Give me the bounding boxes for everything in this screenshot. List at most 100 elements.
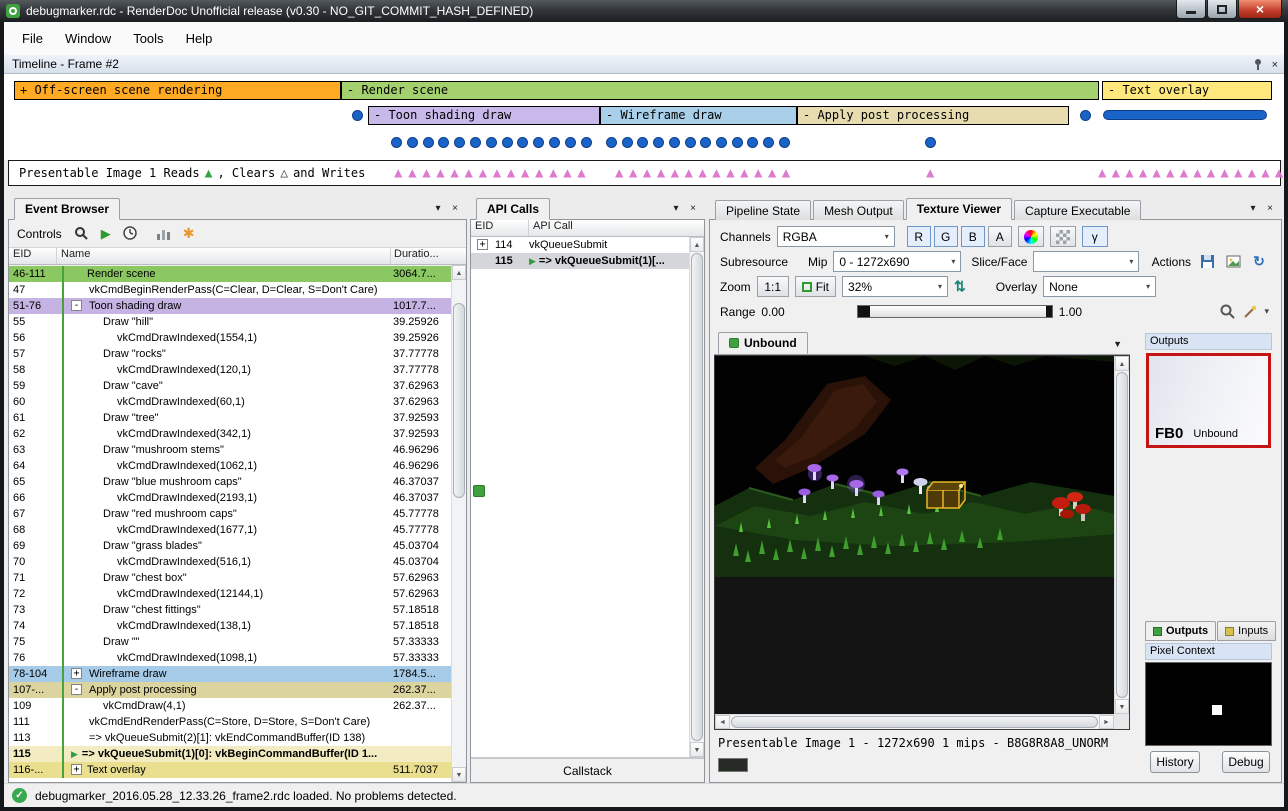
event-row[interactable]: 56vkCmdDrawIndexed(1554,1)39.25926	[9, 330, 451, 346]
timeline-event-strip[interactable]	[1103, 110, 1267, 120]
event-row[interactable]: 70vkCmdDrawIndexed(516,1)45.03704	[9, 554, 451, 570]
timeline-event-dot[interactable]	[925, 137, 936, 148]
event-row[interactable]: 109vkCmdDraw(4,1)262.37...	[9, 698, 451, 714]
checkerboard-button[interactable]	[1050, 226, 1076, 247]
timeline-event-dot[interactable]	[352, 110, 363, 121]
event-row[interactable]: 64vkCmdDrawIndexed(1062,1)46.96296	[9, 458, 451, 474]
tab-texture-unbound[interactable]: Unbound	[718, 332, 808, 354]
event-row[interactable]: 113=> vkQueueSubmit(2)[1]: vkEndCommandB…	[9, 730, 451, 746]
channel-a-button[interactable]: A	[988, 226, 1012, 247]
timeline-event-dot[interactable]	[716, 137, 727, 148]
docked-panel-icon[interactable]	[473, 485, 485, 497]
maximize-button[interactable]	[1207, 0, 1237, 19]
timeline-event-dot[interactable]	[732, 137, 743, 148]
scrollbar-thumb[interactable]	[691, 253, 703, 741]
range-handle-white[interactable]	[1046, 306, 1052, 317]
tab-list-chevron-icon[interactable]: ▼	[1113, 339, 1122, 349]
column-api-call[interactable]: API Call	[529, 220, 704, 236]
close-icon[interactable]: ×	[1263, 203, 1277, 214]
scroll-down-icon[interactable]: ▼	[1115, 699, 1129, 714]
mip-select[interactable]: 0 - 1272x690 ▾	[833, 251, 961, 272]
expand-icon[interactable]: +	[71, 764, 82, 775]
output-thumbnail-fb0[interactable]: FB0 Unbound	[1146, 353, 1271, 448]
timeline-event-dot[interactable]	[423, 137, 434, 148]
chevron-down-icon[interactable]: ▾	[431, 203, 445, 214]
scrollbar-thumb[interactable]	[731, 716, 1098, 728]
tab-event-browser[interactable]: Event Browser	[14, 198, 120, 220]
timeline-event-dot[interactable]	[779, 137, 790, 148]
column-name[interactable]: Name	[57, 248, 391, 264]
event-row[interactable]: 76vkCmdDrawIndexed(1098,1)57.33333	[9, 650, 451, 666]
timeline-event-dot[interactable]	[470, 137, 481, 148]
channels-select[interactable]: RGBA ▾	[777, 226, 895, 247]
timeline-event-dot[interactable]	[700, 137, 711, 148]
collapse-icon[interactable]: -	[71, 684, 82, 695]
timeline-event-dot[interactable]	[606, 137, 617, 148]
event-row[interactable]: 69Draw "grass blades"45.03704	[9, 538, 451, 554]
scroll-right-icon[interactable]: ►	[1099, 715, 1114, 729]
event-row[interactable]: 72vkCmdDrawIndexed(12144,1)57.62963	[9, 586, 451, 602]
timeline-event-dot[interactable]	[565, 137, 576, 148]
timeline-event-dot[interactable]	[549, 137, 560, 148]
timeline-marker-bar[interactable]: - Toon shading draw	[368, 106, 600, 125]
menu-item-window[interactable]: Window	[55, 26, 121, 51]
save-texture-button[interactable]	[1197, 252, 1217, 272]
close-icon[interactable]: ×	[1272, 59, 1278, 71]
event-row[interactable]: 59Draw "cave"37.62963	[9, 378, 451, 394]
channel-g-button[interactable]: G	[934, 226, 958, 247]
tab-api-calls[interactable]: API Calls	[476, 198, 550, 220]
tab-inputs[interactable]: Inputs	[1217, 621, 1276, 641]
event-row[interactable]: 58vkCmdDrawIndexed(120,1)37.77778	[9, 362, 451, 378]
scroll-up-icon[interactable]: ▲	[452, 265, 466, 280]
event-row[interactable]: 60vkCmdDrawIndexed(60,1)37.62963	[9, 394, 451, 410]
event-browser-scrollbar[interactable]: ▲ ▼	[451, 265, 466, 782]
event-row[interactable]: 67Draw "red mushroom caps"45.77778	[9, 506, 451, 522]
timeline-marker-bar[interactable]: + Off-screen scene rendering	[14, 81, 341, 100]
flip-y-icon[interactable]: ⇅	[954, 278, 966, 295]
event-row[interactable]: 62vkCmdDrawIndexed(342,1)37.92593	[9, 426, 451, 442]
timeline-marker-bar[interactable]: - Render scene	[341, 81, 1099, 100]
texture-vertical-scrollbar[interactable]: ▲ ▼	[1114, 356, 1129, 714]
event-row[interactable]: 65Draw "blue mushroom caps"46.37037	[9, 474, 451, 490]
event-row[interactable]: 74vkCmdDrawIndexed(138,1)57.18518	[9, 618, 451, 634]
timeline-event-dot[interactable]	[454, 137, 465, 148]
range-slider[interactable]	[857, 305, 1053, 318]
timeline-event-dot[interactable]	[669, 137, 680, 148]
scrollbar-thumb[interactable]	[1116, 372, 1128, 698]
event-row[interactable]: 78-104+Wireframe draw1784.5...	[9, 666, 451, 682]
tab-outputs[interactable]: Outputs	[1145, 621, 1216, 641]
timeline-event-dot[interactable]	[438, 137, 449, 148]
timeline-marker-bar[interactable]: - Text overlay	[1102, 81, 1272, 100]
chevron-down-icon[interactable]: ▾	[669, 203, 683, 214]
scroll-up-icon[interactable]: ▲	[1115, 356, 1129, 371]
event-row[interactable]: 68vkCmdDrawIndexed(1677,1)45.77778	[9, 522, 451, 538]
api-call-row[interactable]: +114vkQueueSubmit	[471, 237, 689, 253]
timeline-event-dot[interactable]	[517, 137, 528, 148]
minimize-button[interactable]	[1176, 0, 1206, 19]
pin-icon[interactable]	[1252, 58, 1264, 71]
range-options-icon[interactable]: ▾	[1264, 306, 1269, 317]
bookmark-icon[interactable]: ✱	[183, 225, 195, 242]
timeline-event-dot[interactable]	[622, 137, 633, 148]
event-row[interactable]: 71Draw "chest box"57.62963	[9, 570, 451, 586]
menu-item-help[interactable]: Help	[176, 26, 223, 51]
callstack-bar[interactable]: Callstack	[471, 757, 704, 782]
event-row[interactable]: 63Draw "mushroom stems"46.96296	[9, 442, 451, 458]
goto-event-icon[interactable]: ▶	[101, 226, 111, 242]
tab-texture-viewer[interactable]: Texture Viewer	[906, 198, 1012, 220]
timeline-event-dot[interactable]	[581, 137, 592, 148]
find-event-icon[interactable]	[74, 226, 89, 241]
channel-r-button[interactable]: R	[907, 226, 931, 247]
event-row[interactable]: 111vkCmdEndRenderPass(C=Store, D=Store, …	[9, 714, 451, 730]
expand-icon[interactable]: +	[477, 239, 488, 250]
timeline-event-dot[interactable]	[747, 137, 758, 148]
colorwheel-button[interactable]	[1018, 226, 1044, 247]
timeline-event-dot[interactable]	[1080, 110, 1091, 121]
channel-b-button[interactable]: B	[961, 226, 985, 247]
api-call-row[interactable]: 115▶=> vkQueueSubmit(1)[...	[471, 253, 689, 269]
pixel-context-view[interactable]	[1145, 662, 1272, 746]
event-row[interactable]: 51-76-Toon shading draw1017.7...	[9, 298, 451, 314]
timeline-event-dot[interactable]	[533, 137, 544, 148]
tab-mesh-output[interactable]: Mesh Output	[813, 200, 904, 220]
menu-item-file[interactable]: File	[12, 26, 53, 51]
